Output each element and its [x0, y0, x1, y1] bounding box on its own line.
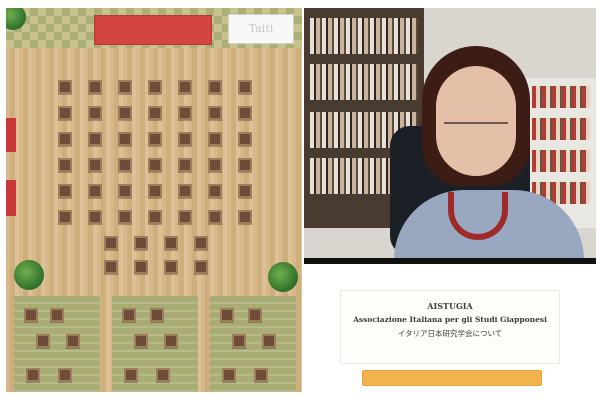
book-row	[532, 86, 590, 108]
video-feed[interactable]	[304, 8, 596, 260]
board-tile[interactable]	[50, 308, 64, 322]
board-tile[interactable]	[88, 80, 102, 94]
game-board[interactable]: Taiti	[6, 8, 302, 392]
board-tile[interactable]	[238, 158, 252, 172]
board-tile[interactable]	[24, 308, 38, 322]
board-tile[interactable]	[104, 236, 118, 250]
board-tile[interactable]	[66, 334, 80, 348]
board-tile[interactable]	[118, 158, 132, 172]
board-tile[interactable]	[104, 260, 118, 274]
board-tile[interactable]	[58, 368, 72, 382]
board-tile[interactable]	[88, 184, 102, 198]
board-tile[interactable]	[118, 184, 132, 198]
board-tile[interactable]	[88, 158, 102, 172]
board-tile[interactable]	[208, 210, 222, 224]
board-tile[interactable]	[148, 210, 162, 224]
board-tile[interactable]	[178, 158, 192, 172]
board-tile[interactable]	[238, 80, 252, 94]
board-tile[interactable]	[58, 210, 72, 224]
board-tile[interactable]	[254, 368, 268, 382]
board-tile[interactable]	[118, 210, 132, 224]
board-tile[interactable]	[208, 184, 222, 198]
board-tile[interactable]	[164, 236, 178, 250]
board-tile[interactable]	[238, 210, 252, 224]
board-tile[interactable]	[36, 334, 50, 348]
board-tile[interactable]	[178, 184, 192, 198]
board-tile[interactable]	[148, 80, 162, 94]
org-acronym: AISTUGIA	[427, 301, 473, 311]
board-tile[interactable]	[208, 80, 222, 94]
board-tile[interactable]	[164, 334, 178, 348]
board-tile[interactable]	[222, 368, 236, 382]
board-tile[interactable]	[238, 132, 252, 146]
board-tile[interactable]	[194, 236, 208, 250]
board-tile[interactable]	[124, 368, 138, 382]
board-tile[interactable]	[178, 132, 192, 146]
info-card: AISTUGIA Associazione Italiana per gli S…	[340, 290, 560, 364]
board-tile[interactable]	[238, 106, 252, 120]
board-tile[interactable]	[148, 132, 162, 146]
board-tile[interactable]	[262, 334, 276, 348]
side-marker-upper[interactable]	[6, 118, 16, 152]
board-tile[interactable]	[26, 368, 40, 382]
board-tile[interactable]	[238, 184, 252, 198]
board-tile[interactable]	[58, 158, 72, 172]
board-tile[interactable]	[220, 308, 234, 322]
red-banner[interactable]	[94, 15, 212, 45]
board-tile[interactable]	[58, 132, 72, 146]
board-tile[interactable]	[156, 368, 170, 382]
board-tile[interactable]	[208, 132, 222, 146]
board-tile[interactable]	[118, 106, 132, 120]
board-tile[interactable]	[178, 106, 192, 120]
board-tile[interactable]	[178, 210, 192, 224]
board-tile[interactable]	[148, 184, 162, 198]
book-row	[532, 150, 590, 172]
board-tile[interactable]	[150, 308, 164, 322]
board-tile[interactable]	[88, 106, 102, 120]
board-tile[interactable]	[134, 260, 148, 274]
org-name: Associazione Italiana per gli Studi Giap…	[353, 315, 547, 324]
board-tile[interactable]	[248, 308, 262, 322]
book-row	[310, 64, 418, 100]
board-tile[interactable]	[134, 236, 148, 250]
orange-action-button[interactable]	[362, 370, 542, 386]
board-tile[interactable]	[232, 334, 246, 348]
board-tile[interactable]	[208, 106, 222, 120]
board-tile[interactable]	[88, 210, 102, 224]
video-bottom-bar	[304, 258, 596, 264]
score-label: Taiti	[248, 22, 274, 35]
board-tile[interactable]	[58, 80, 72, 94]
tree-icon	[14, 260, 44, 290]
book-row	[532, 118, 590, 140]
score-box[interactable]: Taiti	[228, 14, 294, 44]
tree-icon	[268, 262, 298, 292]
board-tile[interactable]	[208, 158, 222, 172]
board-tile[interactable]	[148, 158, 162, 172]
book-row	[310, 18, 418, 54]
board-tile[interactable]	[148, 106, 162, 120]
side-marker-lower[interactable]	[6, 180, 16, 216]
board-tile[interactable]	[118, 80, 132, 94]
board-tile[interactable]	[88, 132, 102, 146]
org-name-japanese: イタリア日本研究学会について	[397, 329, 503, 338]
board-tile[interactable]	[122, 308, 136, 322]
board-tile[interactable]	[118, 132, 132, 146]
screen: Taiti AISTUGIA Associazione Italiana per…	[0, 0, 600, 396]
board-tile[interactable]	[164, 260, 178, 274]
board-tile[interactable]	[58, 184, 72, 198]
board-tile[interactable]	[194, 260, 208, 274]
info-panel: AISTUGIA Associazione Italiana per gli S…	[304, 268, 596, 392]
board-tile[interactable]	[58, 106, 72, 120]
board-tile[interactable]	[134, 334, 148, 348]
glasses-icon	[444, 108, 508, 124]
board-tile[interactable]	[178, 80, 192, 94]
